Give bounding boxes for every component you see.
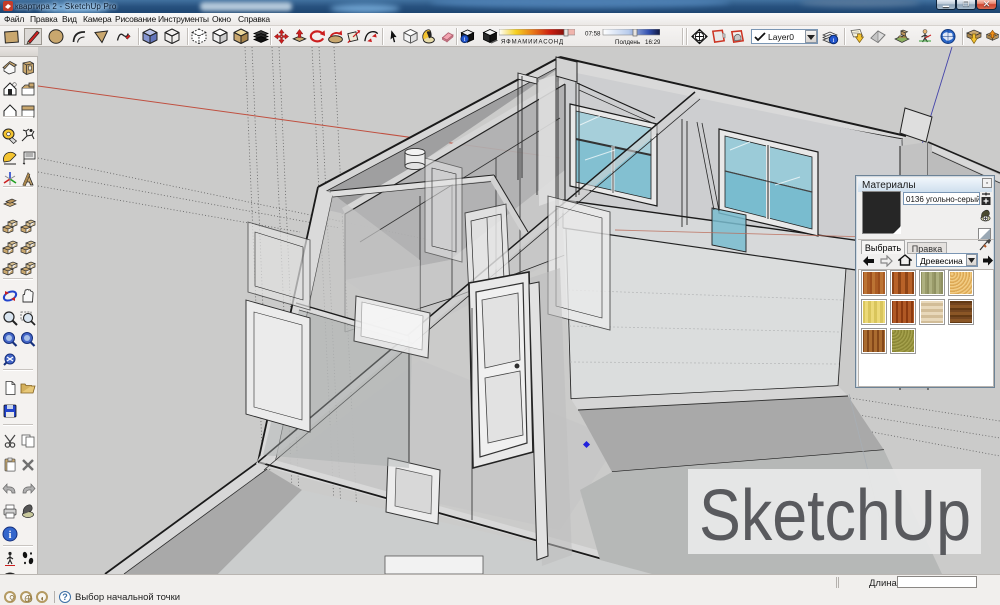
svg-text:07:58: 07:58: [585, 31, 601, 38]
svg-text:ЯФМАМИИАСОНД: ЯФМАМИИАСОНД: [501, 40, 564, 46]
svg-text:16:29: 16:29: [645, 39, 660, 45]
svg-text:Полдень: Полдень: [615, 39, 640, 45]
svg-text:i: i: [464, 37, 466, 43]
svg-text:i: i: [833, 37, 835, 44]
svg-text:i: i: [9, 530, 12, 541]
svg-text:SketchUp: SketchUp: [699, 476, 971, 556]
